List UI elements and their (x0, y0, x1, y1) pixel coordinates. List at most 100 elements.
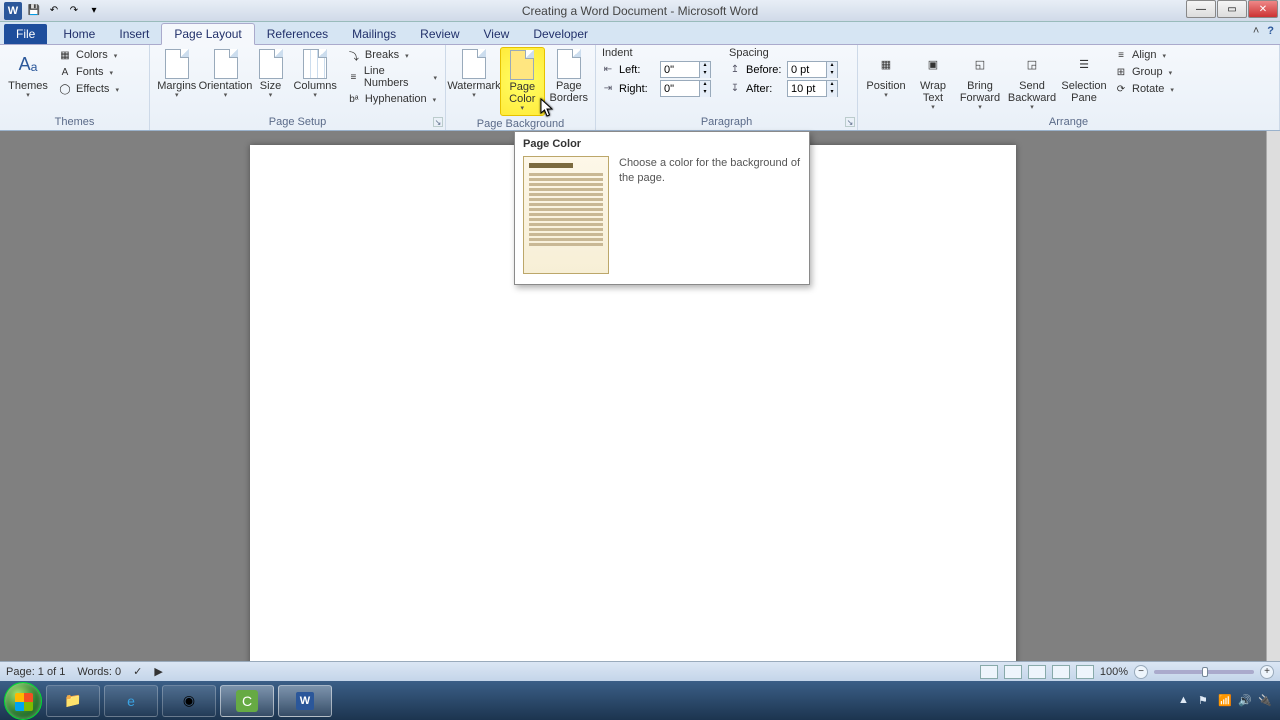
send-backward-icon: ◲ (1017, 49, 1047, 79)
tab-view[interactable]: View (472, 24, 522, 44)
theme-colors-button[interactable]: ▦Colors (54, 47, 123, 63)
view-full-screen-button[interactable] (1004, 665, 1022, 679)
breaks-button[interactable]: ⤵Breaks (343, 47, 441, 63)
tooltip-description: Choose a color for the background of the… (619, 156, 801, 274)
ribbon: Aₐ Themes ▦Colors AFonts ◯Effects Themes… (0, 45, 1280, 131)
margins-button[interactable]: Margins (154, 47, 200, 102)
zoom-slider-thumb[interactable] (1202, 667, 1208, 677)
group-objects-button[interactable]: ⊞Group (1110, 64, 1178, 80)
tab-insert[interactable]: Insert (107, 24, 161, 44)
spacing-before-input[interactable]: ▴▾ (787, 61, 838, 78)
page-borders-button[interactable]: Page Borders (547, 47, 591, 106)
indent-left-icon: ⇤ (600, 63, 616, 77)
selection-pane-button[interactable]: ☰Selection Pane (1060, 47, 1108, 106)
rotate-button[interactable]: ⟳Rotate (1110, 81, 1178, 97)
taskbar-word[interactable]: W (278, 685, 332, 717)
status-words[interactable]: Words: 0 (77, 666, 121, 678)
tray-flag-icon[interactable]: ⚑ (1198, 694, 1212, 708)
qat-customize-icon[interactable]: ▾ (86, 3, 102, 19)
taskbar-chrome[interactable]: ◉ (162, 685, 216, 717)
redo-icon[interactable]: ↷ (66, 3, 82, 19)
folder-icon: 📁 (60, 688, 86, 714)
tray-power-icon[interactable]: 🔌 (1258, 694, 1272, 708)
minimize-button[interactable]: — (1186, 0, 1216, 18)
tab-mailings[interactable]: Mailings (340, 24, 408, 44)
theme-effects-button[interactable]: ◯Effects (54, 81, 123, 97)
vertical-scrollbar[interactable] (1266, 131, 1280, 661)
taskbar-explorer[interactable]: 📁 (46, 685, 100, 717)
spacing-after-label: After: (746, 83, 784, 95)
fonts-icon: A (58, 65, 72, 79)
tab-page-layout[interactable]: Page Layout (161, 23, 254, 45)
watermark-button[interactable]: Watermark (450, 47, 498, 102)
spin-up-icon[interactable]: ▴ (699, 62, 710, 70)
indent-right-input[interactable]: ▴▾ (660, 80, 711, 97)
indent-left-input[interactable]: ▴▾ (660, 61, 711, 78)
spin-down-icon[interactable]: ▾ (699, 70, 710, 78)
windows-taskbar: 📁 e ◉ C W ▲ ⚑ 📶 🔊 🔌 (0, 681, 1280, 720)
tab-home[interactable]: Home (51, 24, 107, 44)
colors-icon: ▦ (58, 48, 72, 62)
line-numbers-button[interactable]: ≡Line Numbers (343, 64, 441, 90)
theme-fonts-button[interactable]: AFonts (54, 64, 123, 80)
wrap-text-button[interactable]: ▣Wrap Text (912, 47, 954, 114)
themes-button[interactable]: Aₐ Themes (4, 47, 52, 102)
margins-icon (162, 49, 192, 79)
tab-references[interactable]: References (255, 24, 340, 44)
zoom-level[interactable]: 100% (1100, 666, 1128, 678)
send-backward-button[interactable]: ◲Send Backward (1006, 47, 1058, 114)
view-web-layout-button[interactable] (1028, 665, 1046, 679)
zoom-in-button[interactable]: + (1260, 665, 1274, 679)
maximize-button[interactable]: ▭ (1217, 0, 1247, 18)
chrome-icon: ◉ (176, 688, 202, 714)
close-button[interactable]: ✕ (1248, 0, 1278, 18)
position-button[interactable]: ▦Position (862, 47, 910, 102)
orientation-button[interactable]: Orientation (202, 47, 250, 102)
save-icon[interactable]: 💾 (26, 3, 42, 19)
tab-file[interactable]: File (4, 24, 47, 44)
quick-access-toolbar: W 💾 ↶ ↷ ▾ (0, 2, 106, 20)
align-button[interactable]: ≡Align (1110, 47, 1178, 63)
tray-network-icon[interactable]: 📶 (1218, 694, 1232, 708)
bring-forward-icon: ◱ (965, 49, 995, 79)
tray-overflow-icon[interactable]: ▲ (1178, 694, 1192, 708)
ie-icon: e (118, 688, 144, 714)
page-color-button[interactable]: Page Color (500, 47, 545, 116)
view-print-layout-button[interactable] (980, 665, 998, 679)
start-button[interactable] (4, 682, 42, 720)
tray-volume-icon[interactable]: 🔊 (1238, 694, 1252, 708)
status-proofing-icon[interactable]: ✓ (133, 665, 142, 678)
zoom-out-button[interactable]: − (1134, 665, 1148, 679)
columns-button[interactable]: Columns (291, 47, 338, 102)
word-logo-icon: W (4, 2, 22, 20)
wrap-text-icon: ▣ (918, 49, 948, 79)
group-label-page-setup: Page Setup (154, 114, 441, 130)
group-paragraph: Indent ⇤ Left: ▴▾ ⇥ Right: ▴▾ Spacing ↥ … (596, 45, 858, 130)
watermark-icon (459, 49, 489, 79)
indent-left-label: Left: (619, 64, 657, 76)
group-arrange: ▦Position ▣Wrap Text ◱Bring Forward ◲Sen… (858, 45, 1280, 130)
tab-developer[interactable]: Developer (521, 24, 600, 44)
bring-forward-button[interactable]: ◱Bring Forward (956, 47, 1004, 114)
zoom-slider[interactable] (1154, 670, 1254, 674)
columns-icon (300, 49, 330, 79)
system-tray: ▲ ⚑ 📶 🔊 🔌 (1178, 694, 1276, 708)
help-icon[interactable]: ? (1267, 25, 1274, 37)
status-page[interactable]: Page: 1 of 1 (6, 666, 65, 678)
undo-icon[interactable]: ↶ (46, 3, 62, 19)
tab-review[interactable]: Review (408, 24, 471, 44)
status-macro-icon[interactable]: ▶ (154, 665, 162, 678)
minimize-ribbon-icon[interactable]: ˄ (1253, 25, 1259, 37)
page-borders-icon (554, 49, 584, 79)
view-outline-button[interactable] (1052, 665, 1070, 679)
size-button[interactable]: Size (252, 47, 290, 102)
hyphenation-button[interactable]: bᵃHyphenation (343, 91, 441, 107)
title-bar: W 💾 ↶ ↷ ▾ Creating a Word Document - Mic… (0, 0, 1280, 22)
spacing-after-input[interactable]: ▴▾ (787, 80, 838, 97)
paragraph-dialog-launcher[interactable]: ↘ (845, 117, 855, 127)
group-label-page-background: Page Background (450, 116, 591, 132)
view-draft-button[interactable] (1076, 665, 1094, 679)
page-setup-dialog-launcher[interactable]: ↘ (433, 117, 443, 127)
taskbar-camtasia[interactable]: C (220, 685, 274, 717)
taskbar-ie[interactable]: e (104, 685, 158, 717)
